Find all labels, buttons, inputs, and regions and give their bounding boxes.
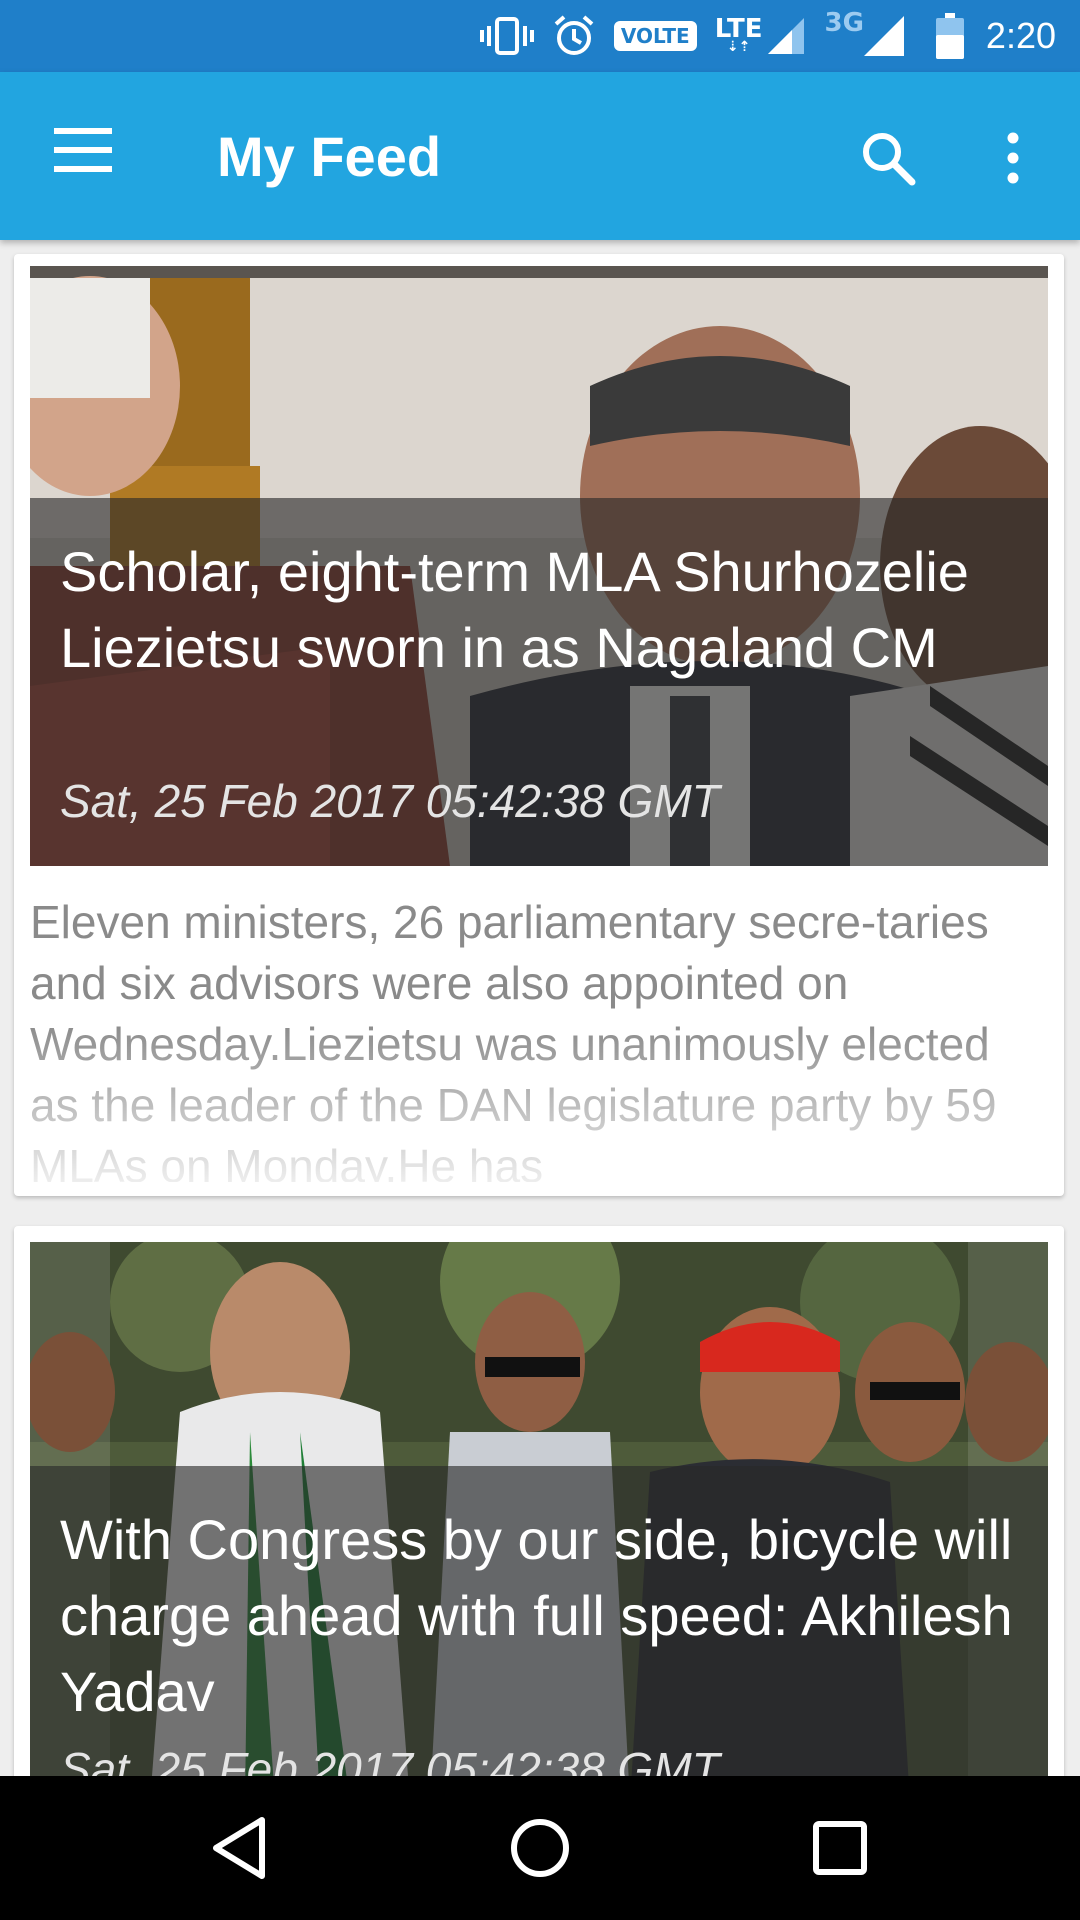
article-summary: Eleven ministers, 26 parliamentary secre…: [30, 892, 1050, 1182]
3g-label: 3G: [824, 8, 864, 38]
app-bar: My Feed: [0, 72, 1080, 240]
status-time: 2:20: [985, 15, 1056, 56]
more-vert-icon[interactable]: [998, 128, 1028, 188]
menu-icon[interactable]: [54, 128, 112, 172]
vibrate-icon: [479, 16, 534, 56]
cell-signal-icon: [766, 16, 806, 56]
summary-fade: [30, 1022, 1050, 1182]
article-title[interactable]: With Congress by our side, bicycle will …: [60, 1502, 1040, 1730]
navigation-bar: [0, 1776, 1080, 1920]
article-image: With Congress by our side, bicycle will …: [30, 1242, 1048, 1776]
recents-icon[interactable]: [804, 1812, 876, 1884]
back-icon[interactable]: [204, 1812, 276, 1884]
article-date: Sat, 25 Feb 2017 05:42:38 GMT: [60, 1743, 720, 1776]
status-bar: VOLTE LTE ⇣⇡ 3G 2:20: [0, 0, 1080, 72]
home-icon[interactable]: [504, 1812, 576, 1884]
alarm-icon: [552, 14, 596, 58]
article-card[interactable]: With Congress by our side, bicycle will …: [14, 1226, 1064, 1776]
3g-signal-icon: [862, 14, 906, 58]
battery-icon: [935, 13, 964, 59]
volte-badge: VOLTE: [613, 21, 697, 51]
article-image: Scholar, eight-term MLA Shurhozelie Liez…: [30, 266, 1048, 866]
lte-signal-icon: LTE ⇣⇡: [714, 14, 763, 55]
article-title[interactable]: Scholar, eight-term MLA Shurhozelie Liez…: [60, 534, 1040, 686]
page-title: My Feed: [217, 125, 442, 188]
data-arrows-icon: ⇣⇡: [726, 39, 751, 55]
article-date: Sat, 25 Feb 2017 05:42:38 GMT: [60, 775, 720, 827]
search-icon[interactable]: [858, 128, 918, 188]
news-feed[interactable]: Scholar, eight-term MLA Shurhozelie Liez…: [0, 240, 1080, 1776]
lte-label: LTE: [714, 14, 763, 44]
article-card[interactable]: Scholar, eight-term MLA Shurhozelie Liez…: [14, 254, 1064, 1196]
